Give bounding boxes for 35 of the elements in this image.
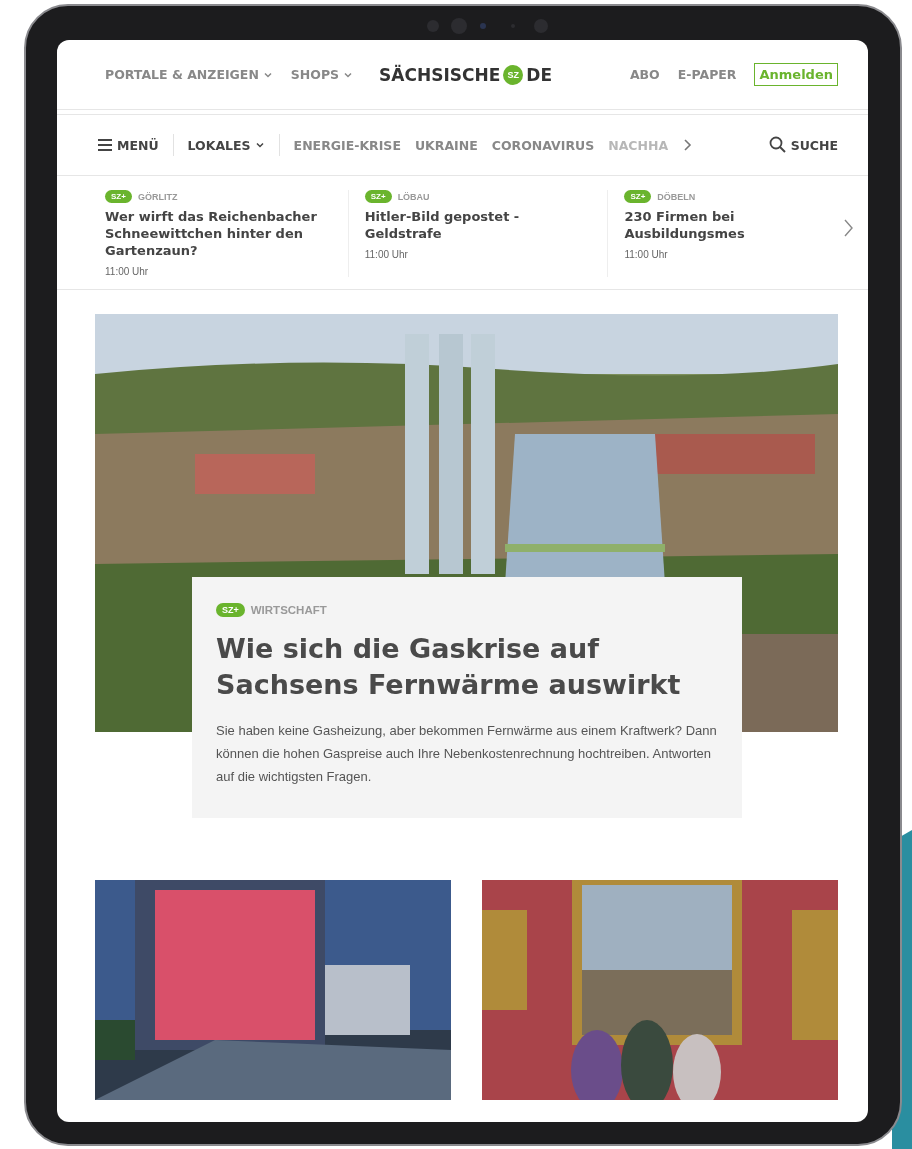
search-button[interactable]: SUCHE	[768, 136, 838, 154]
category-label: DÖBELN	[657, 191, 696, 202]
teaser-title[interactable]: Hitler-Bild gepostet - Geldstrafe	[364, 208, 594, 242]
category-label: GÖRLITZ	[137, 191, 178, 202]
chevron-right-icon[interactable]	[842, 218, 854, 238]
login-button[interactable]: Anmelden	[754, 63, 838, 86]
article-teaser-text: Sie haben keine Gasheizung, aber bekommen Fernwärme aus einem Kraftwerk? Dann können die hohen Gaspreise auch Ihre Nebenkostenrechnung hochtreiben. Antworten auf die wichtigsten Fragen.	[216, 722, 718, 786]
topic-link[interactable]: NACHHA	[608, 137, 669, 153]
header-link[interactable]: ABO	[629, 67, 660, 82]
caret-icon	[254, 140, 265, 150]
category-label: WIRTSCHAFT	[250, 604, 327, 616]
premium-badge: SZ+	[216, 603, 245, 617]
lokales-dropdown[interactable]: LOKALES	[187, 137, 265, 153]
topic-link[interactable]: ENERGIE-KRISE	[293, 137, 401, 153]
article-headline[interactable]: Wie sich die Gaskrise auf Sachsens Fernwärme auswirkt	[216, 631, 718, 703]
topic-link[interactable]: UKRAINE	[414, 137, 478, 153]
teaser-title[interactable]: Wer wirft das Reichenbacher Schneewittchen hinter den Gartenzaun?	[105, 208, 334, 259]
premium-badge: SZ+	[105, 190, 132, 203]
menu-icon	[97, 139, 113, 151]
teaser-time: 11:00 Uhr	[624, 249, 669, 260]
search-icon	[768, 136, 787, 154]
teaser-title[interactable]: 230 Firmen bei Ausbildungsmes	[624, 208, 750, 242]
chevron-right-icon[interactable]	[682, 139, 693, 151]
article-card[interactable]	[192, 577, 742, 818]
topic-link[interactable]: CORONAVIRUS	[491, 137, 595, 153]
teaser-time: 11:00 Uhr	[105, 266, 150, 277]
logo[interactable]: SÄCHSISCHE SZ DE	[379, 64, 612, 85]
premium-badge: SZ+	[624, 190, 652, 203]
category-label: LÖBAU	[397, 191, 430, 202]
header-link[interactable]: E-PAPER	[677, 67, 737, 82]
menu-button[interactable]: MENÜ	[97, 137, 159, 153]
teaser-time: 11:00 Uhr	[364, 249, 409, 260]
premium-badge: SZ+	[364, 190, 392, 203]
menu-dropdown[interactable]: PORTALE & ANZEIGEN	[105, 67, 273, 82]
menu-dropdown[interactable]: SHOPS	[290, 67, 354, 82]
